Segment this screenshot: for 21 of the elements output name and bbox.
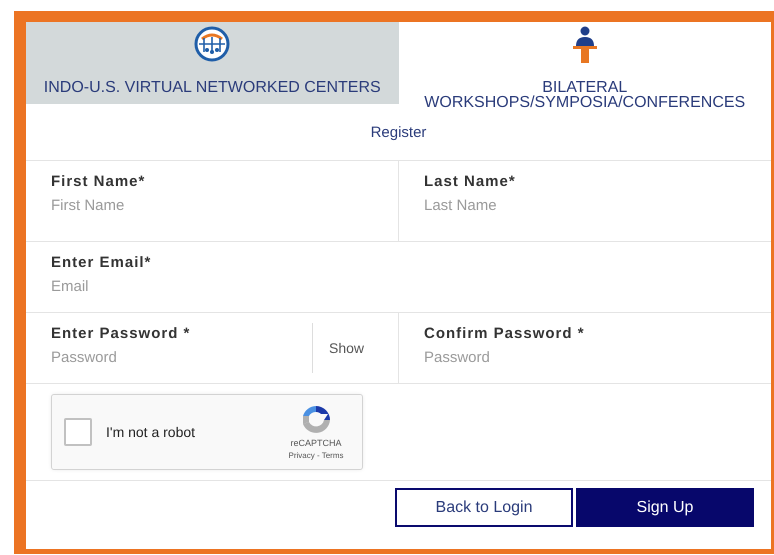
checkbox[interactable] <box>64 418 92 446</box>
privacy-terms-link[interactable]: Privacy - Terms <box>288 451 344 460</box>
back-to-login-button[interactable]: Back to Login <box>395 488 573 527</box>
recaptcha-logo-icon <box>300 404 332 436</box>
field-label: First Name* <box>51 173 146 190</box>
speaker-at-podium-icon <box>572 26 598 64</box>
globe-icon <box>194 26 230 62</box>
field-label: Enter Password * <box>51 325 192 342</box>
input-field[interactable]: Password <box>424 349 684 366</box>
checkbox-label: I'm not a robot <box>106 424 196 440</box>
input-field[interactable]: First Name <box>51 197 311 214</box>
recaptcha-brand: reCAPTCHA <box>290 438 342 448</box>
sign-up-button[interactable]: Sign Up <box>576 488 754 527</box>
tab[interactable]: INDO-U.S. VIRTUAL NETWORKED CENTERS <box>26 22 398 104</box>
field-label: Last Name* <box>424 173 517 190</box>
input-field[interactable]: Password <box>51 349 311 366</box>
input-field[interactable]: Last Name <box>424 197 684 214</box>
form-heading: Register <box>370 124 426 140</box>
field-label: Enter Email* <box>51 254 152 271</box>
field-label: Confirm Password * <box>424 325 586 342</box>
input-field[interactable]: Email <box>51 278 311 295</box>
